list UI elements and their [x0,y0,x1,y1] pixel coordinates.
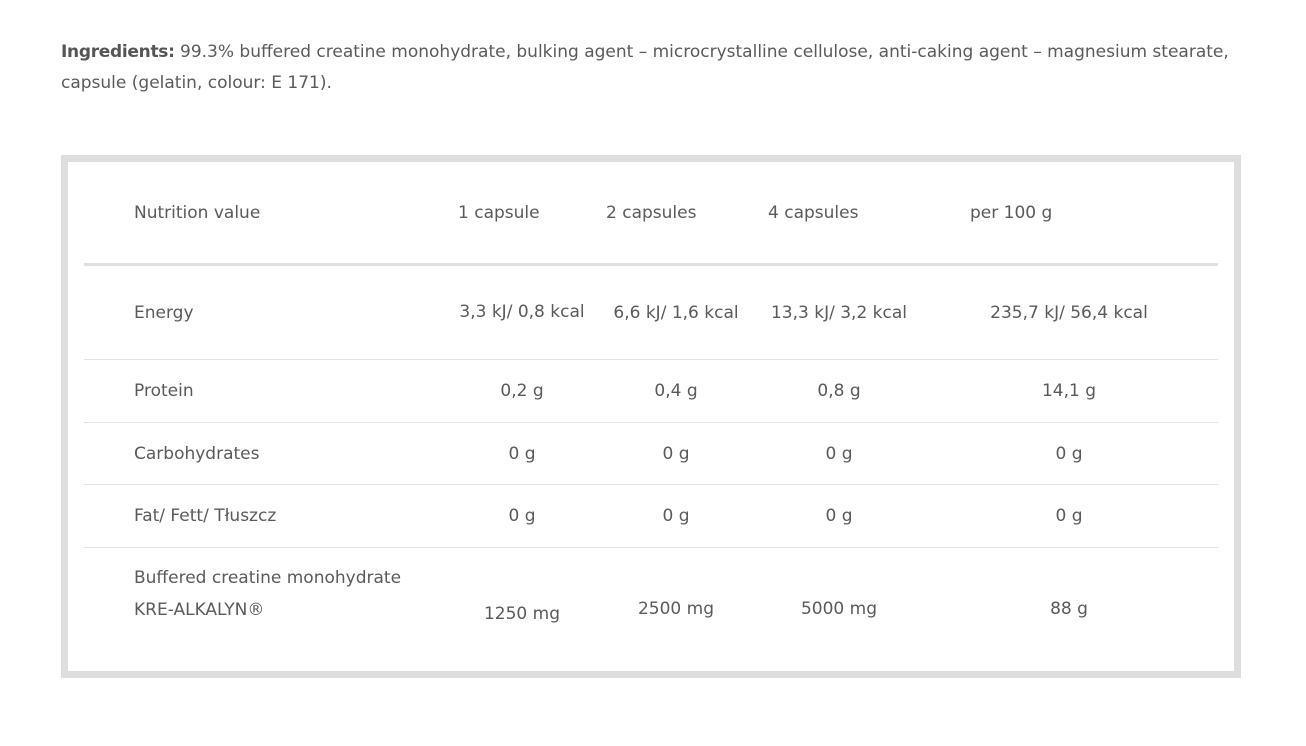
fat-4-capsules: 0 g [825,506,853,526]
protein-4-capsules: 0,8 g [817,381,861,401]
creatine-1-capsule: 1250 mg [483,604,561,624]
protein-1-capsule: 0,2 g [500,380,544,401]
carbohydrates-per-100g: 0 g [1055,444,1083,464]
table-header-row: Nutrition value 1 capsule 2 capsules 4 c… [84,162,1218,264]
energy-2-capsules: 6,6 kJ/ 1,6 kcal [613,302,739,323]
fat-1-capsule: 0 g [508,505,536,526]
carbohydrates-2-capsules: 0 g [662,444,690,464]
row-label-carbohydrates: Carbohydrates [134,444,260,464]
creatine-4-capsules: 5000 mg [800,599,878,619]
header-1-capsule: 1 capsule [458,202,540,223]
table-row: Protein 0,2 g 0,4 g 0,8 g 14,1 g [84,360,1218,422]
fat-2-capsules: 0 g [662,506,690,526]
ingredients-label: Ingredients: [61,42,175,62]
row-label-energy: Energy [134,302,194,323]
creatine-per-100g: 88 g [1050,599,1088,619]
protein-per-100g: 14,1 g [1041,381,1097,401]
table-row: Buffered creatine monohydrate KRE-ALKALY… [84,548,1218,668]
ingredients-text: 99.3% buffered creatine monohydrate, bul… [61,42,1229,93]
energy-4-capsules: 13,3 kJ/ 3,2 kcal [770,302,908,323]
ingredients-paragraph: Ingredients: 99.3% buffered creatine mon… [61,37,1241,99]
header-4-capsules: 4 capsules [768,203,859,223]
protein-2-capsules: 0,4 g [654,381,698,401]
header-per-100g: per 100 g [970,203,1053,223]
row-label-protein: Protein [134,381,194,401]
fat-per-100g: 0 g [1055,506,1083,526]
table-row: Carbohydrates 0 g 0 g 0 g 0 g [84,423,1218,485]
header-2-capsules: 2 capsules [606,203,697,223]
table-row: Energy 3,3 kJ/ 0,8 kcal 6,6 kJ/ 1,6 kcal… [84,266,1218,359]
creatine-2-capsules: 2500 mg [637,599,715,619]
energy-per-100g: 235,7 kJ/ 56,4 kcal [990,302,1148,323]
carbohydrates-4-capsules: 0 g [825,444,853,464]
row-label-buffered-creatine: Buffered creatine monohydrate KRE-ALKALY… [134,568,402,620]
carbohydrates-1-capsule: 0 g [508,443,536,464]
nutrition-table: Nutrition value 1 capsule 2 capsules 4 c… [61,155,1241,678]
row-label-fat: Fat/ Fett/ Tłuszcz [134,506,277,526]
table-row: Fat/ Fett/ Tłuszcz 0 g 0 g 0 g 0 g [84,485,1218,547]
energy-1-capsule: 3,3 kJ/ 0,8 kcal [459,302,585,322]
header-nutrition-value: Nutrition value [134,203,261,223]
